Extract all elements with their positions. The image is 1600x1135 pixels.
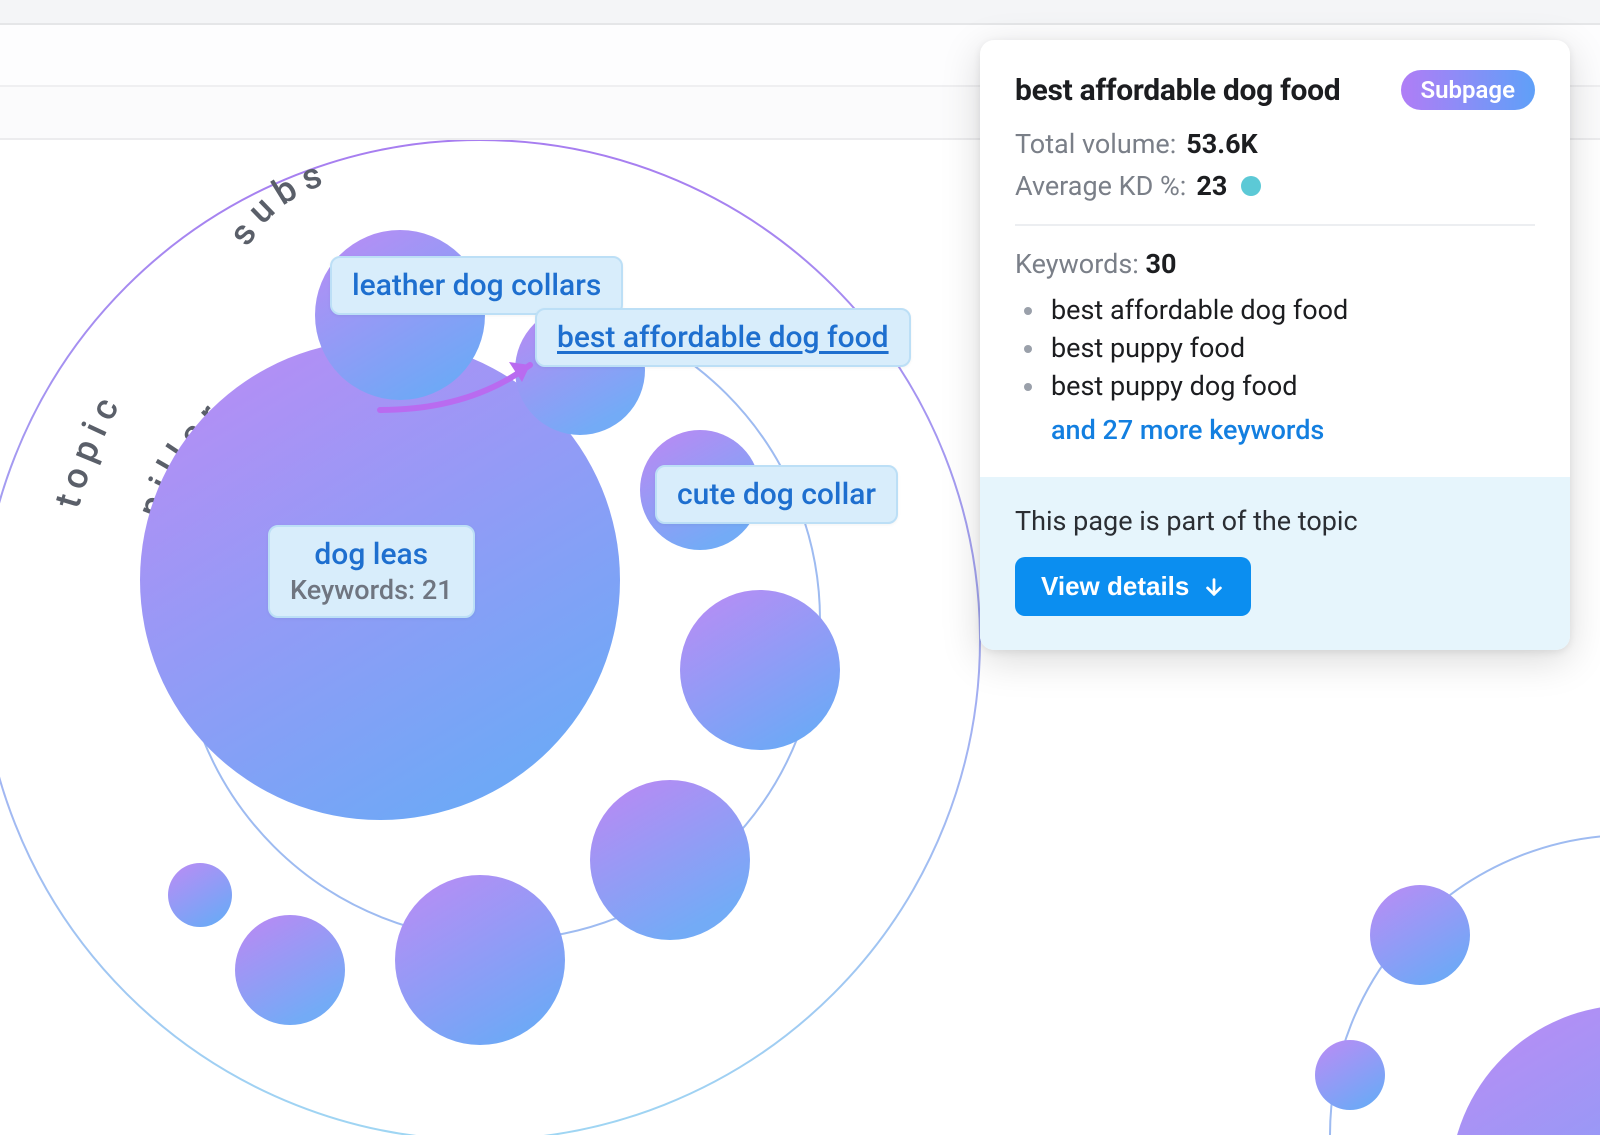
sub-bubble-8[interactable] — [168, 863, 232, 927]
pillar-keywords-sub: Keywords: 21 — [290, 574, 453, 606]
sub-bubble-5[interactable] — [590, 780, 750, 940]
pillar-label-text: dog leas — [314, 537, 428, 572]
pillar-keywords-count: 21 — [422, 574, 453, 606]
panel-header: best affordable dog food Subpage — [1015, 70, 1535, 110]
sub-label-text: cute dog collar — [677, 477, 876, 512]
footer-text: This page is part of the topic — [1015, 505, 1535, 537]
sub-label-cute-dog-collar[interactable]: cute dog collar — [655, 465, 898, 524]
keywords-count: 30 — [1146, 248, 1177, 280]
corner-sub-bubble-1[interactable] — [1370, 885, 1470, 985]
panel-divider — [1015, 224, 1535, 226]
view-details-label: View details — [1041, 571, 1189, 602]
keyword-list-item: best affordable dog food — [1047, 294, 1535, 326]
sub-bubble-6[interactable] — [395, 875, 565, 1045]
avg-kd-label: Average KD %: — [1015, 170, 1186, 202]
sub-label-text: leather dog collars — [352, 268, 601, 303]
pillar-label[interactable]: dog leas Keywords: 21 — [268, 525, 475, 618]
keyword-list-item: best puppy food — [1047, 332, 1535, 364]
more-keywords-link[interactable]: and 27 more keywords — [1015, 414, 1324, 446]
corner-cluster-svg — [1270, 785, 1600, 1135]
topic-curved-label: topic — [46, 384, 131, 513]
sub-bubble-7[interactable] — [235, 915, 345, 1025]
pillar-keywords-label: Keywords: — [290, 574, 415, 606]
total-volume-label: Total volume: — [1015, 128, 1176, 160]
subpage-badge: Subpage — [1401, 70, 1536, 110]
panel-footer: This page is part of the topic View deta… — [980, 477, 1570, 650]
keyword-list: best affordable dog food best puppy food… — [1015, 294, 1535, 402]
kd-difficulty-dot — [1241, 176, 1261, 196]
corner-pillar-bubble[interactable] — [1450, 1005, 1600, 1135]
detail-panel: best affordable dog food Subpage Total v… — [980, 40, 1570, 650]
keywords-header: Keywords: 30 — [1015, 248, 1535, 280]
sub-bubble-4[interactable] — [680, 590, 840, 750]
arrow-down-icon — [1203, 576, 1225, 598]
avg-kd-value: 23 — [1196, 170, 1227, 202]
top-stripe — [0, 0, 1600, 25]
canvas-area: topic subs pillar leather dog collars be… — [0, 140, 1600, 1135]
sub-label-text: best affordable dog food — [557, 320, 889, 355]
avg-kd-row: Average KD %: 23 — [1015, 170, 1535, 202]
sub-label-leather-dog-collars[interactable]: leather dog collars — [330, 256, 623, 315]
panel-title: best affordable dog food — [1015, 73, 1340, 108]
total-volume-row: Total volume: 53.6K — [1015, 128, 1535, 160]
keywords-label: Keywords: — [1015, 248, 1139, 280]
keyword-list-item: best puppy dog food — [1047, 370, 1535, 402]
total-volume-value: 53.6K — [1186, 128, 1257, 160]
panel-body: best affordable dog food Subpage Total v… — [980, 40, 1570, 451]
view-details-button[interactable]: View details — [1015, 557, 1251, 616]
corner-sub-bubble-2[interactable] — [1315, 1040, 1385, 1110]
sub-label-best-affordable-dog-food[interactable]: best affordable dog food — [535, 308, 911, 367]
